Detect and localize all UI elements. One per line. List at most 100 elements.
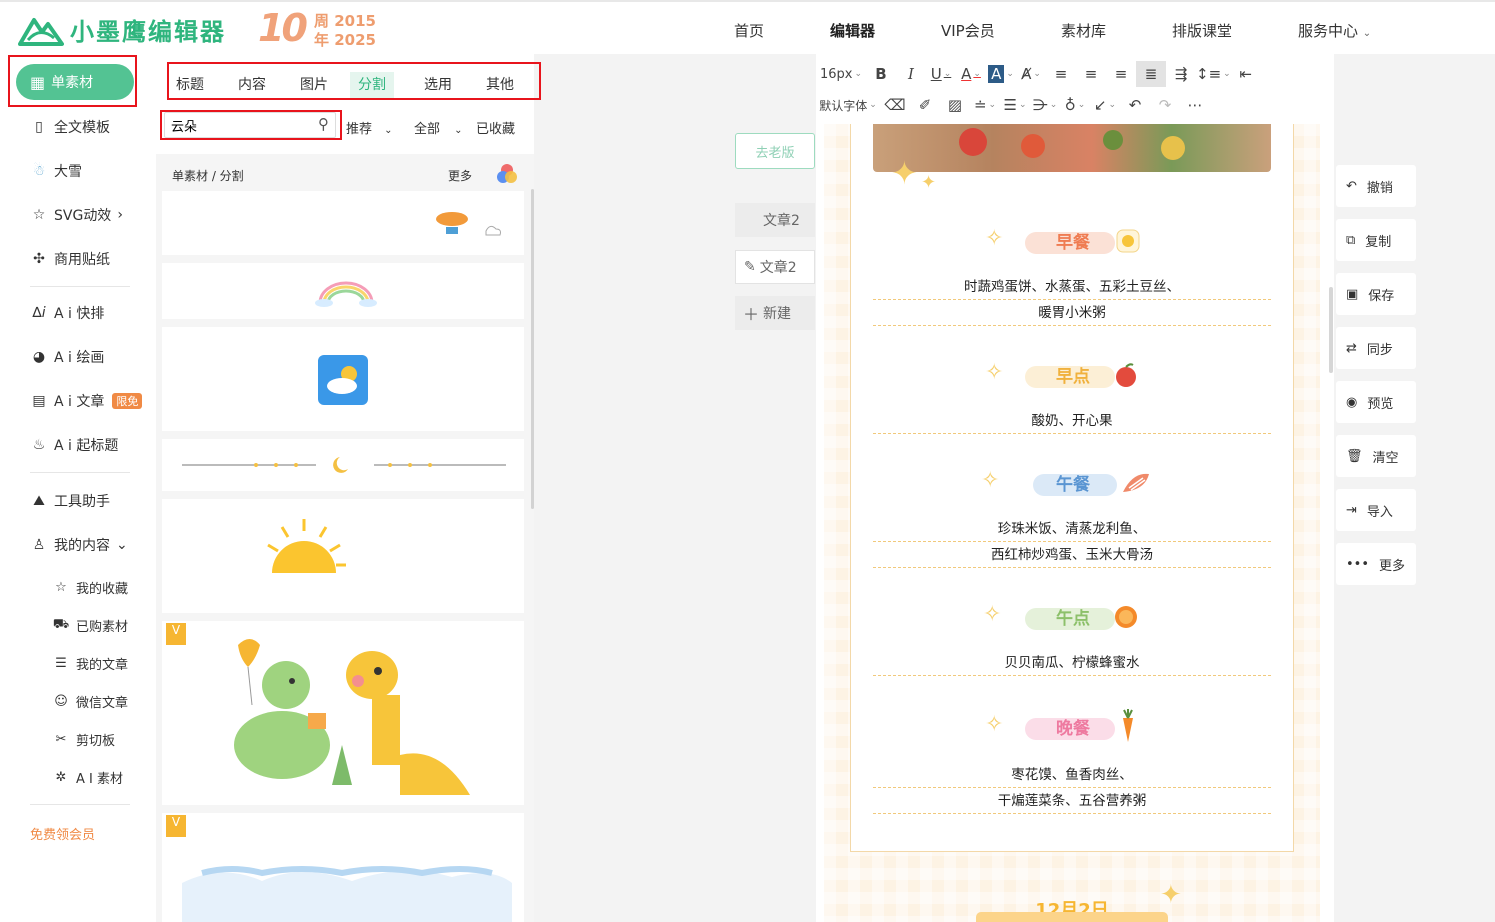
breadcrumb: 单素材 / 分割: [172, 169, 244, 183]
bold-icon[interactable]: B: [866, 61, 896, 87]
old-version-button[interactable]: 去老版: [735, 133, 815, 169]
import-button[interactable]: ⇥ 导入: [1336, 489, 1416, 531]
clear-format-icon[interactable]: Ⱥ ⌄: [1016, 61, 1046, 87]
sidebar-item-snow[interactable]: ☃ 大雪: [30, 160, 82, 182]
sidebar-item-my-content[interactable]: ♙ 我的内容 ⌄: [30, 534, 128, 556]
margin-icon[interactable]: ⋺ ⌄: [1030, 92, 1060, 118]
sync-button[interactable]: ⇄ 同步: [1336, 327, 1416, 369]
letter-spacing-icon[interactable]: ☰ ⌄: [1000, 92, 1030, 118]
search-field[interactable]: ⚲: [164, 112, 336, 138]
search-input[interactable]: [171, 114, 307, 136]
logo-mark-icon[interactable]: [18, 14, 64, 46]
undo-icon[interactable]: ↶: [1120, 92, 1150, 118]
snow-figure-icon: ☃: [32, 163, 46, 179]
sidebar-item-ai-layout[interactable]: ∆i A i 快排: [30, 302, 104, 324]
sidebar-sub-purchased[interactable]: ⛟ 已购素材: [52, 614, 128, 636]
nav-vip[interactable]: VIP会员: [941, 20, 995, 41]
align-left-icon[interactable]: ≡: [1046, 61, 1076, 87]
nav-editor[interactable]: 编辑器: [830, 20, 875, 41]
sidebar-item-full-template[interactable]: ▯ 全文模板: [30, 116, 110, 138]
bulb-icon[interactable]: ♁ ⌄: [1060, 92, 1090, 118]
nav-home[interactable]: 首页: [734, 20, 764, 41]
search-icon[interactable]: ⚲: [318, 115, 329, 133]
star-icon: ☆: [32, 207, 46, 223]
nav-layout-class[interactable]: 排版课堂: [1172, 20, 1232, 41]
material-card[interactable]: [162, 191, 524, 255]
paragraph-spacing-icon[interactable]: ≐ ⌄: [970, 92, 1000, 118]
font-size-select[interactable]: 16px ⌄: [816, 61, 866, 87]
doc-tab-article2-edit[interactable]: ✎ 文章2: [735, 250, 815, 284]
sidebar-sub-wechat-articles[interactable]: ☺ 微信文章: [52, 690, 128, 712]
more-icon[interactable]: ⋯: [1180, 92, 1210, 118]
sidebar-item-label: 我的内容: [54, 538, 110, 554]
document-icon: ▤: [32, 393, 46, 409]
collapse-icon[interactable]: ⇤: [1231, 61, 1261, 87]
tab-divider[interactable]: 分割: [350, 72, 394, 98]
sidebar-sub-my-articles[interactable]: ☰ 我的文章: [52, 652, 128, 674]
free-vip-link[interactable]: 免费领会员: [30, 822, 95, 844]
sidebar-sub-clipboard[interactable]: ✂ 剪切板: [52, 728, 115, 750]
meal-title: 午餐: [1056, 475, 1090, 495]
material-card[interactable]: [162, 499, 524, 613]
italic-icon[interactable]: I: [896, 61, 926, 87]
redo-icon[interactable]: ↷: [1150, 92, 1180, 118]
document-canvas[interactable]: ✦ ✦ ✧ 早餐 时蔬鸡蛋饼、水蒸蛋、五彩土豆丝、 暖胃小米粥 ✧ 早点 酸奶、…: [824, 124, 1320, 922]
sort-dropdown[interactable]: 推荐 ⌄: [346, 118, 393, 137]
sidebar-item-stickers[interactable]: ✣ 商用贴纸: [30, 248, 110, 270]
tab-selected[interactable]: 选用: [416, 72, 460, 98]
font-family-value: 默认字体: [819, 98, 868, 113]
doc-tab-article2[interactable]: 文章2: [735, 203, 815, 237]
sidebar-sub-favorites[interactable]: ☆ 我的收藏: [52, 576, 128, 598]
font-color-icon[interactable]: A ⌄: [956, 61, 986, 87]
new-doc-button[interactable]: ＋新建: [735, 296, 815, 330]
sidebar-item-label: A i 绘画: [54, 350, 105, 366]
more-button[interactable]: ••• 更多: [1336, 543, 1416, 585]
line-height-icon[interactable]: ↕≡ ⌄: [1196, 61, 1231, 87]
more-link[interactable]: 更多: [448, 167, 472, 184]
favorites-filter[interactable]: 已收藏: [476, 118, 515, 137]
align-right-icon[interactable]: ≡: [1106, 61, 1136, 87]
clear-button[interactable]: 🗑 清空: [1336, 435, 1416, 477]
material-card[interactable]: [162, 327, 524, 431]
panel-scrollbar[interactable]: [531, 189, 534, 509]
editor-scrollbar[interactable]: [1329, 287, 1333, 373]
format-painter-icon[interactable]: ✐: [910, 92, 940, 118]
more-icon: •••: [1346, 556, 1370, 572]
arrow-icon[interactable]: ↙ ⌄: [1090, 92, 1120, 118]
preview-button[interactable]: ◉ 预览: [1336, 381, 1416, 423]
sidebar-item-tools[interactable]: ⛰ 工具助手: [30, 490, 110, 512]
tab-title[interactable]: 标题: [168, 72, 212, 98]
sidebar-item-ai-article[interactable]: ▤ A i 文章 限免: [30, 390, 143, 412]
background-color-icon[interactable]: A ⌄: [986, 61, 1016, 87]
sidebar-item-ai-title[interactable]: ♨ A i 起标题: [30, 434, 119, 456]
material-card[interactable]: V: [162, 621, 524, 805]
image-icon[interactable]: ▨: [940, 92, 970, 118]
undo-button[interactable]: ↶ 撤销: [1336, 165, 1416, 207]
tab-content[interactable]: 内容: [230, 72, 274, 98]
material-card[interactable]: V: [162, 813, 524, 922]
copy-button[interactable]: ⧉ 复制: [1336, 219, 1416, 261]
indent-icon[interactable]: ⇶: [1166, 61, 1196, 87]
material-card[interactable]: [162, 263, 524, 319]
save-button[interactable]: ▣ 保存: [1336, 273, 1416, 315]
doc-tab-label: 文章2: [759, 260, 797, 276]
align-justify-icon[interactable]: ≣: [1136, 61, 1166, 87]
tab-other[interactable]: 其他: [478, 72, 522, 98]
material-card[interactable]: [162, 439, 524, 491]
font-family-select[interactable]: 默认字体 ⌄: [816, 92, 880, 118]
underline-icon[interactable]: U ⌄: [926, 61, 956, 87]
color-picker-icon[interactable]: [496, 163, 518, 185]
align-center-icon[interactable]: ≡: [1076, 61, 1106, 87]
eraser-icon[interactable]: ⌫: [880, 92, 910, 118]
nav-service-center[interactable]: 服务中心 ⌄: [1298, 20, 1371, 41]
sidebar-item-svg-animation[interactable]: ☆ SVG动效 ›: [30, 204, 123, 226]
tab-image[interactable]: 图片: [292, 72, 336, 98]
save-icon: ▣: [1346, 286, 1359, 302]
sidebar-item-single-material[interactable]: ▦ 单素材: [16, 64, 134, 100]
orange-icon: [1115, 606, 1137, 628]
scope-dropdown[interactable]: 全部 ⌄: [414, 118, 463, 137]
sidebar-item-ai-drawing[interactable]: ◕ A i 绘画: [30, 346, 104, 368]
nav-material-library[interactable]: 素材库: [1061, 20, 1106, 41]
sidebar-sub-ai-material[interactable]: ✲ A I 素材: [52, 766, 123, 788]
logo-text[interactable]: 小墨鹰编辑器: [70, 12, 226, 47]
